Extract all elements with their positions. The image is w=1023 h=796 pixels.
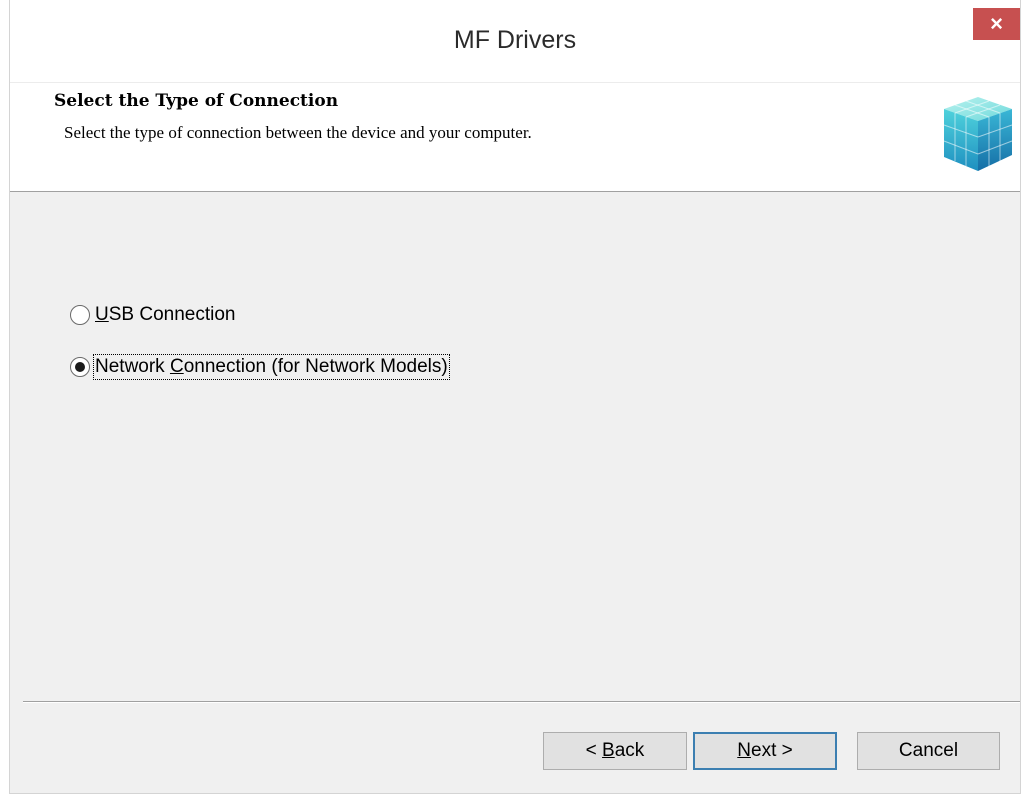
mnemonic-n: N (737, 740, 751, 761)
radio-network-label-rest: onnection (for Network Models) (183, 356, 448, 377)
radio-network-label-pre: Network (95, 356, 170, 377)
page-title: Select the Type of Connection (54, 91, 339, 111)
title-bar: MF Drivers × (10, 0, 1020, 82)
cancel-button[interactable]: Cancel (857, 732, 1000, 770)
next-label-rest: ext > (751, 740, 793, 761)
radio-network-label[interactable]: Network Connection (for Network Models) (93, 354, 450, 380)
back-label-rest: ack (614, 740, 645, 761)
cube-icon (943, 97, 1013, 171)
radio-usb-label[interactable]: USB Connection (95, 304, 235, 326)
radio-network-connection[interactable]: Network Connection (for Network Models) (70, 354, 450, 380)
wizard-content: USB Connection Network Connection (for N… (10, 191, 1020, 703)
wizard-header: Select the Type of Connection Select the… (10, 82, 1020, 192)
footer-separator (23, 701, 1020, 703)
cancel-label: Cancel (898, 740, 959, 761)
next-button[interactable]: Next > (693, 732, 837, 770)
close-button[interactable]: × (973, 8, 1020, 40)
page-subtitle: Select the type of connection between th… (64, 123, 532, 142)
radio-usb-connection[interactable]: USB Connection (70, 304, 235, 326)
close-icon: × (990, 11, 1003, 36)
radio-usb-indicator[interactable] (70, 305, 90, 325)
window-title: MF Drivers (453, 26, 577, 54)
radio-usb-label-rest: SB Connection (108, 304, 236, 325)
installer-window: MF Drivers × Select the Type of Connecti… (9, 0, 1021, 794)
back-button[interactable]: < Back (543, 732, 687, 770)
mnemonic-u: U (95, 304, 109, 325)
mnemonic-c: C (169, 356, 184, 377)
radio-network-indicator[interactable] (70, 357, 90, 377)
back-label-pre: < (585, 740, 603, 761)
mnemonic-b: B (602, 740, 615, 761)
